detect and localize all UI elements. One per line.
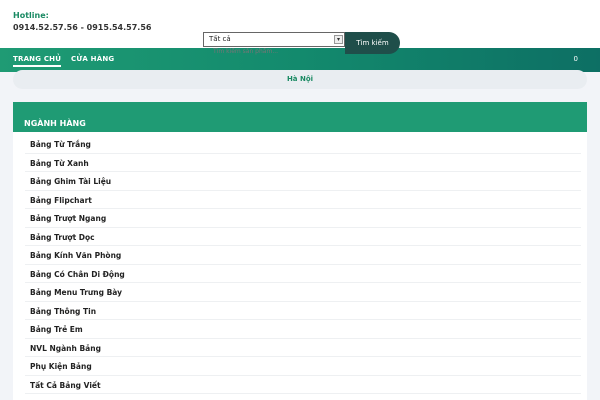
category-item[interactable]: Bảng Trẻ Em (25, 320, 581, 339)
category-item[interactable]: Phụ Kiện Bảng (25, 357, 581, 376)
category-item[interactable]: Bảng Flipchart (25, 191, 581, 209)
search-input[interactable] (203, 47, 345, 56)
nav-item-home[interactable]: TRANG CHỦ (13, 55, 62, 67)
category-panel-title: NGÀNH HÀNG (13, 102, 587, 132)
category-item[interactable]: Tất Cả Bảng Viết (25, 376, 581, 394)
hotline-phones[interactable]: 0914.52.57.56 - 0915.54.57.56 (13, 23, 151, 32)
category-item[interactable]: Bảng Ghim Tài Liệu (25, 172, 581, 191)
category-list: Bảng Từ Trắng Bảng Từ Xanh Bảng Ghim Tài… (25, 135, 581, 394)
category-item[interactable]: Bảng Menu Trưng Bày (25, 283, 581, 302)
category-item[interactable]: Bảng Từ Xanh (25, 154, 581, 172)
cart-count[interactable]: 0 (574, 55, 578, 63)
category-item[interactable]: Bảng Trượt Ngang (25, 209, 581, 228)
hotline-label: Hotline: (13, 11, 49, 20)
category-item[interactable]: Bảng Thông Tin (25, 302, 581, 320)
category-item[interactable]: Bảng Kính Văn Phòng (25, 246, 581, 265)
category-item[interactable]: Bảng Từ Trắng (25, 135, 581, 154)
search-button[interactable]: Tìm kiếm (345, 32, 400, 54)
category-select-value: Tất cả (209, 35, 231, 43)
category-item[interactable]: Bảng Trượt Dọc (25, 228, 581, 246)
category-item[interactable]: Bảng Có Chân Di Động (25, 265, 581, 283)
chevron-down-icon[interactable]: ▾ (334, 35, 343, 44)
category-item[interactable]: NVL Ngành Bảng (25, 339, 581, 357)
category-select[interactable]: Tất cả ▾ (203, 32, 345, 47)
location-selector[interactable]: Hà Nội (13, 70, 587, 89)
search-bar: Tất cả ▾ Tìm kiếm (203, 32, 400, 56)
category-panel: NGÀNH HÀNG Bảng Từ Trắng Bảng Từ Xanh Bả… (13, 102, 587, 400)
nav-item-store[interactable]: CỬA HÀNG (71, 55, 114, 63)
